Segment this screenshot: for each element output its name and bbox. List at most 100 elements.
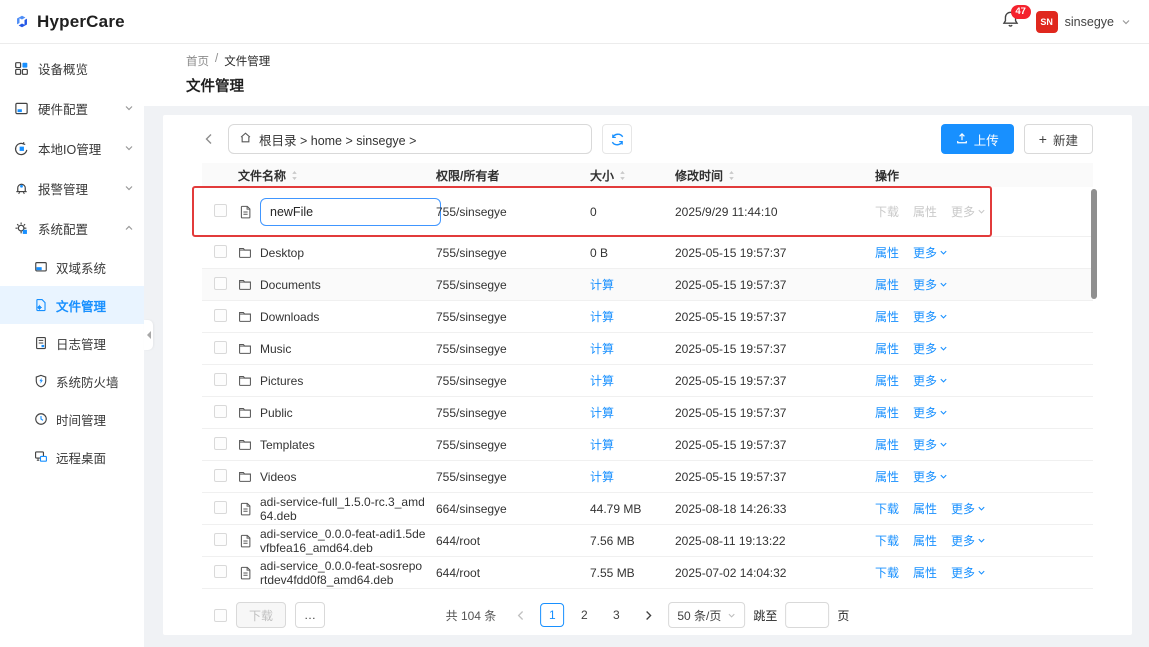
- more-link[interactable]: 更多: [913, 436, 948, 453]
- col-time[interactable]: 修改时间: [675, 167, 723, 184]
- row-checkbox[interactable]: [214, 533, 227, 546]
- row-checkbox[interactable]: [214, 204, 227, 217]
- properties-link[interactable]: 属性: [875, 404, 899, 421]
- dual-domain-icon: [34, 260, 48, 274]
- properties-link[interactable]: 属性: [875, 340, 899, 357]
- calculate-size-link[interactable]: 计算: [590, 342, 614, 356]
- row-checkbox[interactable]: [214, 277, 227, 290]
- more-link[interactable]: 更多: [913, 308, 948, 325]
- prev-page-button[interactable]: [508, 603, 532, 627]
- batch-more-button[interactable]: …: [295, 602, 325, 628]
- page-button-3[interactable]: 3: [604, 603, 628, 627]
- calculate-size-link[interactable]: 计算: [590, 374, 614, 388]
- sort-time-icon[interactable]: [728, 170, 735, 181]
- jump-unit-label: 页: [837, 607, 849, 624]
- page-size-select[interactable]: 50 条/页: [668, 602, 745, 628]
- page-title: 文件管理: [186, 75, 1129, 96]
- file-name: adi-service_0.0.0-feat-sosreportdev4fdd0…: [260, 559, 426, 587]
- download-link[interactable]: 下载: [875, 564, 899, 581]
- more-link[interactable]: 更多: [951, 500, 986, 517]
- properties-link[interactable]: 属性: [875, 436, 899, 453]
- row-checkbox[interactable]: [214, 501, 227, 514]
- row-checkbox[interactable]: [214, 245, 227, 258]
- local-io-icon: [13, 140, 29, 156]
- more-link[interactable]: 更多: [951, 203, 986, 220]
- sidebar-subitem-remote-desktop[interactable]: 远程桌面: [0, 438, 144, 476]
- more-link[interactable]: 更多: [913, 244, 948, 261]
- file-toolbar: 根目录 > home > sinsegye >: [202, 115, 1093, 163]
- select-all-checkbox[interactable]: [214, 609, 227, 622]
- col-name[interactable]: 文件名称: [238, 167, 286, 184]
- sidebar-subitem-time[interactable]: 时间管理: [0, 400, 144, 438]
- properties-link[interactable]: 属性: [875, 468, 899, 485]
- properties-link[interactable]: 属性: [913, 203, 937, 220]
- jump-page-input[interactable]: [785, 602, 829, 628]
- more-link[interactable]: 更多: [913, 468, 948, 485]
- more-link[interactable]: 更多: [951, 532, 986, 549]
- sidebar-item-local-io[interactable]: 本地IO管理: [0, 128, 144, 168]
- properties-link[interactable]: 属性: [913, 500, 937, 517]
- download-link[interactable]: 下载: [875, 500, 899, 517]
- sidebar-item-overview-grid[interactable]: 设备概览: [0, 48, 144, 88]
- row-checkbox[interactable]: [214, 341, 227, 354]
- file-icon: [238, 205, 252, 219]
- file-perms: 755/sinsegye: [436, 374, 590, 388]
- table-row: Downloads755/sinsegye计算2025-05-15 19:57:…: [202, 301, 1093, 333]
- properties-link[interactable]: 属性: [913, 532, 937, 549]
- properties-link[interactable]: 属性: [875, 372, 899, 389]
- upload-button[interactable]: 上传: [941, 124, 1014, 154]
- sidebar-subitem-file-management[interactable]: 文件管理: [0, 286, 144, 324]
- download-link[interactable]: 下载: [875, 203, 899, 220]
- sidebar-collapse-handle[interactable]: [144, 320, 153, 350]
- row-checkbox[interactable]: [214, 309, 227, 322]
- vertical-scrollbar[interactable]: [1091, 189, 1097, 299]
- col-perms: 权限/所有者: [436, 167, 499, 184]
- path-input[interactable]: 根目录 > home > sinsegye >: [228, 124, 592, 154]
- page-button-1[interactable]: 1: [540, 603, 564, 627]
- chevron-down-icon: [939, 408, 948, 417]
- notification-bell[interactable]: 47: [1000, 11, 1022, 33]
- sidebar-item-alarm[interactable]: 报警管理: [0, 168, 144, 208]
- sort-name-icon[interactable]: [291, 170, 298, 181]
- row-checkbox[interactable]: [214, 373, 227, 386]
- back-button[interactable]: [202, 132, 218, 146]
- more-link[interactable]: 更多: [913, 372, 948, 389]
- sidebar-subitem-firewall[interactable]: 系统防火墙: [0, 362, 144, 400]
- row-checkbox[interactable]: [214, 437, 227, 450]
- sort-size-icon[interactable]: [619, 170, 626, 181]
- more-link[interactable]: 更多: [913, 276, 948, 293]
- calculate-size-link[interactable]: 计算: [590, 278, 614, 292]
- row-checkbox[interactable]: [214, 565, 227, 578]
- user-menu[interactable]: SN sinsegye: [1036, 11, 1131, 33]
- batch-download-button[interactable]: 下载: [236, 602, 286, 628]
- calculate-size-link[interactable]: 计算: [590, 310, 614, 324]
- breadcrumb-home[interactable]: 首页: [186, 53, 209, 69]
- more-link[interactable]: 更多: [913, 340, 948, 357]
- more-link[interactable]: 更多: [913, 404, 948, 421]
- properties-link[interactable]: 属性: [875, 244, 899, 261]
- properties-link[interactable]: 属性: [913, 564, 937, 581]
- sidebar-subitem-log[interactable]: 日志管理: [0, 324, 144, 362]
- properties-link[interactable]: 属性: [875, 276, 899, 293]
- calculate-size-link[interactable]: 计算: [590, 406, 614, 420]
- row-checkbox[interactable]: [214, 405, 227, 418]
- sidebar-item-hardware[interactable]: 硬件配置: [0, 88, 144, 128]
- calculate-size-link[interactable]: 计算: [590, 470, 614, 484]
- download-link[interactable]: 下载: [875, 532, 899, 549]
- next-page-button[interactable]: [636, 603, 660, 627]
- sidebar-subitem-dual-domain[interactable]: 双域系统: [0, 248, 144, 286]
- file-name: Templates: [260, 438, 315, 452]
- file-size: 0 B: [590, 246, 608, 260]
- calculate-size-link[interactable]: 计算: [590, 438, 614, 452]
- col-size[interactable]: 大小: [590, 167, 614, 184]
- refresh-button[interactable]: [602, 124, 632, 154]
- properties-link[interactable]: 属性: [875, 308, 899, 325]
- top-bar: HyperCare 47 SN sinsegye: [0, 0, 1149, 44]
- row-checkbox[interactable]: [214, 469, 227, 482]
- rename-input[interactable]: [260, 198, 441, 226]
- sidebar-item-system-gear[interactable]: 系统配置: [0, 208, 144, 248]
- file-size: 7.56 MB: [590, 534, 635, 548]
- more-link[interactable]: 更多: [951, 564, 986, 581]
- new-button[interactable]: + 新建: [1024, 124, 1093, 154]
- page-button-2[interactable]: 2: [572, 603, 596, 627]
